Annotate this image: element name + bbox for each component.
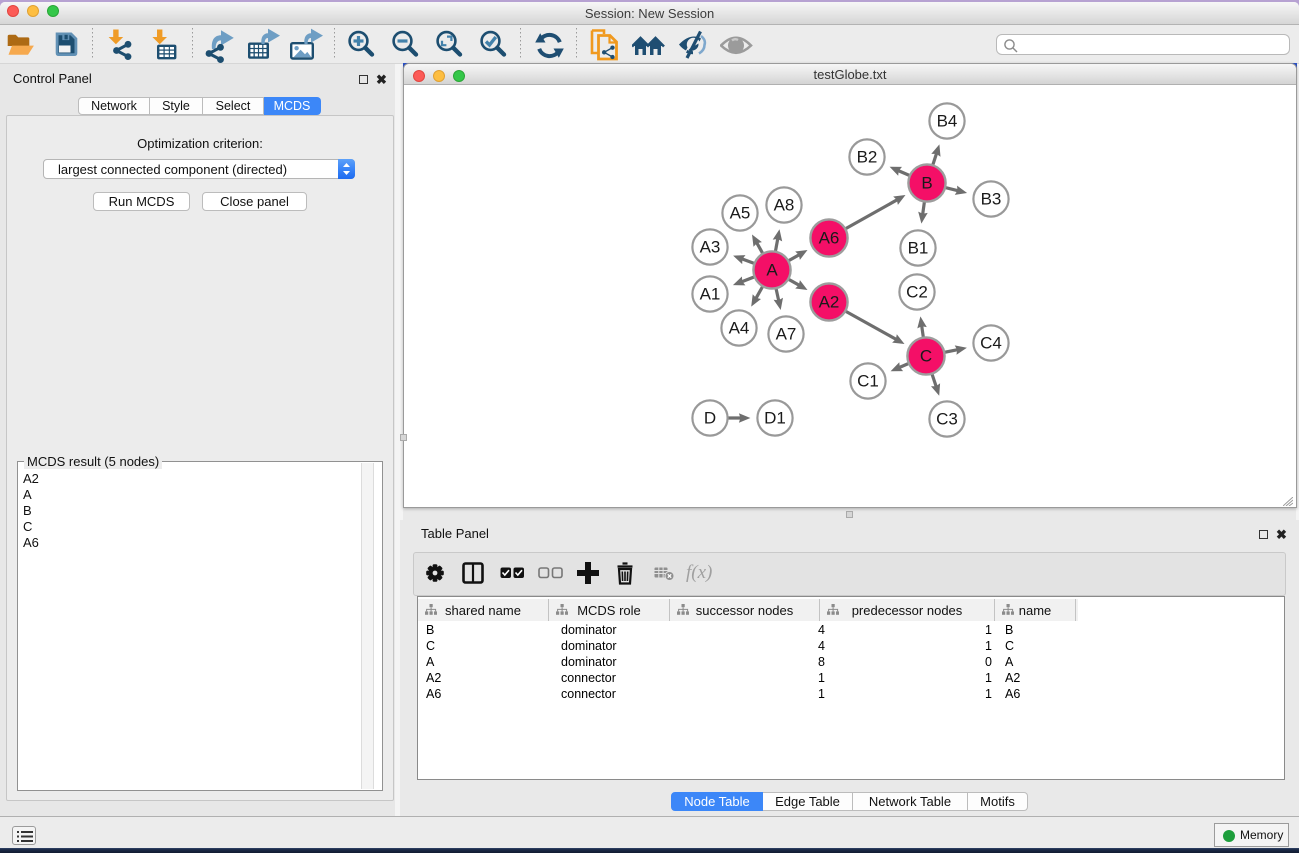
svg-text:A2: A2: [819, 293, 840, 312]
svg-text:A3: A3: [700, 238, 721, 257]
svg-text:A8: A8: [774, 196, 795, 215]
svg-text:A4: A4: [729, 319, 750, 338]
svg-text:C: C: [920, 347, 932, 366]
svg-text:A6: A6: [819, 229, 840, 248]
svg-text:D1: D1: [764, 409, 786, 428]
svg-text:C4: C4: [980, 334, 1002, 353]
svg-text:f(x): f(x): [686, 562, 712, 583]
svg-text:A1: A1: [700, 285, 721, 304]
svg-text:B2: B2: [857, 148, 878, 167]
svg-text:A5: A5: [730, 204, 751, 223]
svg-text:A: A: [766, 261, 778, 280]
svg-text:A7: A7: [776, 325, 797, 344]
svg-text:B4: B4: [937, 112, 958, 131]
svg-text:D: D: [704, 409, 716, 428]
svg-text:C1: C1: [857, 372, 879, 391]
svg-text:C2: C2: [906, 283, 928, 302]
svg-text:C3: C3: [936, 410, 958, 429]
svg-text:B1: B1: [908, 239, 929, 258]
svg-text:B3: B3: [981, 190, 1002, 209]
svg-text:B: B: [921, 174, 932, 193]
